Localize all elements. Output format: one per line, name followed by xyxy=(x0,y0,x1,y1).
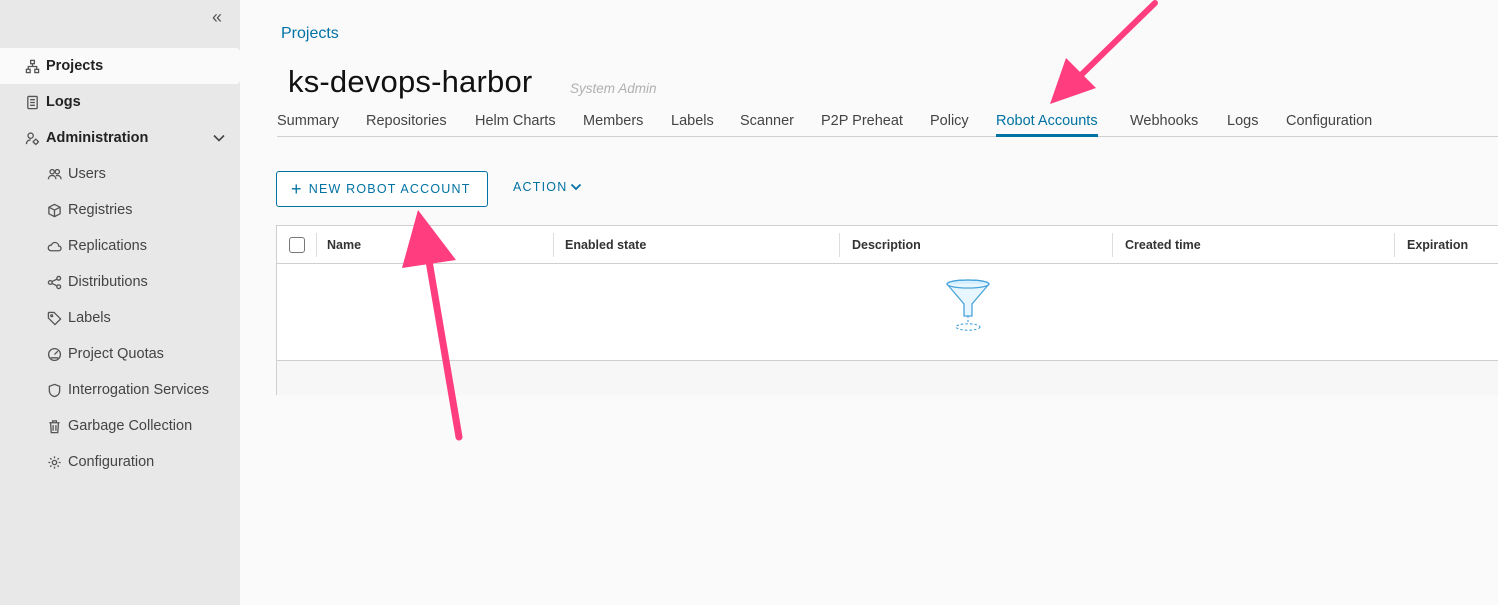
tab-logs[interactable]: Logs xyxy=(1227,113,1258,137)
sidebar-item-label: Users xyxy=(68,166,106,182)
tab-labels[interactable]: Labels xyxy=(671,113,714,137)
column-header-name[interactable]: Name xyxy=(327,226,361,264)
labels-icon xyxy=(46,310,62,326)
column-header-expiration[interactable]: Expiration xyxy=(1407,226,1468,264)
sidebar-item-registries[interactable]: Registries xyxy=(0,192,240,228)
replications-icon xyxy=(46,238,62,254)
sidebar-item-replications[interactable]: Replications xyxy=(0,228,240,264)
tab-p2p-preheat[interactable]: P2P Preheat xyxy=(821,113,903,137)
sidebar-item-projects[interactable]: Projects xyxy=(0,48,240,84)
new-robot-account-button[interactable]: + NEW ROBOT ACCOUNT xyxy=(276,171,488,207)
sidebar-item-users[interactable]: Users xyxy=(0,156,240,192)
shield-icon xyxy=(46,382,62,398)
tab-repositories[interactable]: Repositories xyxy=(366,113,447,137)
tab-configuration[interactable]: Configuration xyxy=(1286,113,1372,137)
role-badge: System Admin xyxy=(570,81,657,96)
column-header-description[interactable]: Description xyxy=(852,226,921,264)
sidebar-item-label: Registries xyxy=(68,202,133,218)
plus-icon: + xyxy=(291,179,303,199)
distributions-icon xyxy=(46,274,62,290)
column-separator[interactable] xyxy=(839,233,840,257)
tab-summary[interactable]: Summary xyxy=(277,113,339,137)
sidebar-item-label: Garbage Collection xyxy=(68,418,193,434)
sidebar-item-interrogation-services[interactable]: Interrogation Services xyxy=(0,372,240,408)
sidebar-item-label: Project Quotas xyxy=(68,346,164,362)
chevron-down-icon xyxy=(571,183,582,191)
tab-policy[interactable]: Policy xyxy=(930,113,969,137)
tab-scanner[interactable]: Scanner xyxy=(740,113,794,137)
sidebar-item-label: Configuration xyxy=(68,454,155,470)
users-icon xyxy=(46,166,62,182)
sidebar-item-administration[interactable]: Administration xyxy=(0,120,240,156)
column-separator[interactable] xyxy=(1394,233,1395,257)
robot-accounts-table: Name Enabled state Description Created t… xyxy=(276,225,1498,395)
action-dropdown[interactable]: ACTION xyxy=(513,180,582,194)
sidebar-item-logs[interactable]: Logs xyxy=(0,84,240,120)
sidebar-item-labels[interactable]: Labels xyxy=(0,300,240,336)
table-footer xyxy=(277,360,1498,395)
table-header: Name Enabled state Description Created t… xyxy=(277,226,1498,264)
breadcrumb[interactable]: Projects xyxy=(281,25,339,43)
column-header-created-time[interactable]: Created time xyxy=(1125,226,1201,264)
action-label: ACTION xyxy=(513,180,568,194)
projects-icon xyxy=(24,58,40,74)
quotas-icon xyxy=(46,346,62,362)
new-robot-account-label: NEW ROBOT ACCOUNT xyxy=(308,182,471,196)
page-title: ks-devops-harbor xyxy=(288,64,533,99)
sidebar-item-label: Logs xyxy=(46,94,81,110)
column-separator[interactable] xyxy=(553,233,554,257)
sidebar-item-garbage-collection[interactable]: Garbage Collection xyxy=(0,408,240,444)
table-body xyxy=(277,264,1498,360)
gear-icon xyxy=(46,454,62,470)
logs-icon xyxy=(24,94,40,110)
project-tabs: Summary Repositories Helm Charts Members… xyxy=(277,104,1498,137)
sidebar-item-label: Distributions xyxy=(68,274,148,290)
column-separator[interactable] xyxy=(316,233,317,257)
tab-helm-charts[interactable]: Helm Charts xyxy=(475,113,556,137)
sidebar-item-distributions[interactable]: Distributions xyxy=(0,264,240,300)
sidebar-item-label: Projects xyxy=(46,58,104,74)
chevron-down-icon[interactable] xyxy=(212,131,226,145)
administration-icon xyxy=(24,130,40,146)
collapse-sidebar-icon[interactable]: « xyxy=(212,8,232,26)
sidebar-item-label: Administration xyxy=(46,130,149,146)
sidebar-item-project-quotas[interactable]: Project Quotas xyxy=(0,336,240,372)
sidebar: « Projects Logs Administration Users Reg… xyxy=(0,0,240,605)
trash-icon xyxy=(46,418,62,434)
column-separator[interactable] xyxy=(1112,233,1113,257)
sidebar-item-label: Interrogation Services xyxy=(68,382,210,398)
sidebar-item-label: Labels xyxy=(68,310,111,326)
tab-members[interactable]: Members xyxy=(583,113,643,137)
sidebar-item-configuration[interactable]: Configuration xyxy=(0,444,240,480)
column-header-enabled-state[interactable]: Enabled state xyxy=(565,226,646,264)
registries-icon xyxy=(46,202,62,218)
sidebar-item-label: Replications xyxy=(68,238,147,254)
tab-webhooks[interactable]: Webhooks xyxy=(1130,113,1198,137)
select-all-checkbox[interactable] xyxy=(289,237,305,253)
empty-funnel-icon xyxy=(946,279,990,331)
annotation-arrow-to-tab xyxy=(1050,0,1158,104)
tab-robot-accounts[interactable]: Robot Accounts xyxy=(996,113,1098,137)
